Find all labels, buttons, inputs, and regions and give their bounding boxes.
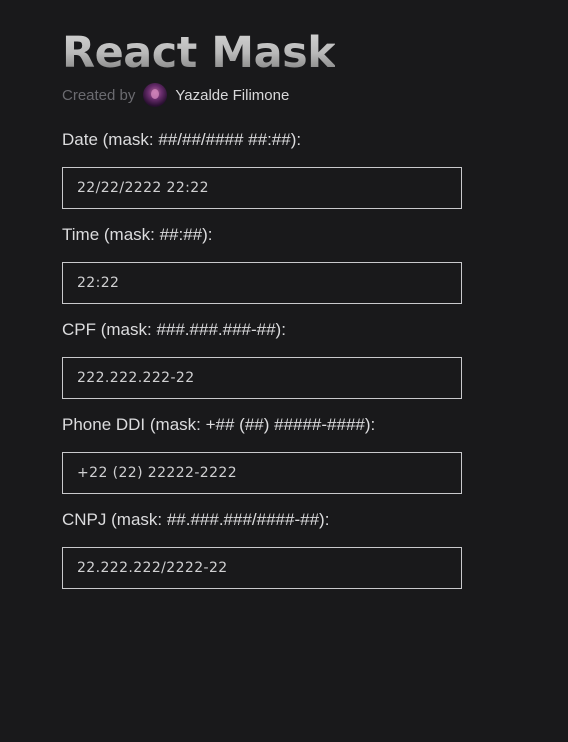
time-field-label: Time (mask: ##:##): <box>62 225 213 244</box>
time-field: Time (mask: ##:##): <box>62 224 568 304</box>
page-title: React Mask <box>62 28 336 78</box>
phone-ddi-field-label: Phone DDI (mask: +## (##) #####-####): <box>62 415 376 434</box>
byline: Created by Yazalde Filimone <box>62 82 568 108</box>
cpf-input[interactable] <box>62 357 462 399</box>
cnpj-field: CNPJ (mask: ##.###.###/####-##): <box>62 509 568 589</box>
date-field: Date (mask: ##/##/#### ##:##): <box>62 129 568 209</box>
masked-fields-form: Date (mask: ##/##/#### ##:##): Time (mas… <box>62 129 568 589</box>
date-input[interactable] <box>62 167 462 209</box>
date-field-label: Date (mask: ##/##/#### ##:##): <box>62 130 302 149</box>
created-by-label: Created by <box>62 86 136 104</box>
page: React Mask Created by Yazalde Filimone D… <box>0 0 568 742</box>
cpf-field: CPF (mask: ###.###.###-##): <box>62 319 568 399</box>
phone-ddi-field: Phone DDI (mask: +## (##) #####-####): <box>62 414 568 494</box>
cnpj-input[interactable] <box>62 547 462 589</box>
cpf-field-label: CPF (mask: ###.###.###-##): <box>62 320 286 339</box>
time-input[interactable] <box>62 262 462 304</box>
cnpj-field-label: CNPJ (mask: ##.###.###/####-##): <box>62 510 330 529</box>
phone-ddi-input[interactable] <box>62 452 462 494</box>
author-name[interactable]: Yazalde Filimone <box>175 87 289 104</box>
avatar[interactable] <box>143 83 168 107</box>
